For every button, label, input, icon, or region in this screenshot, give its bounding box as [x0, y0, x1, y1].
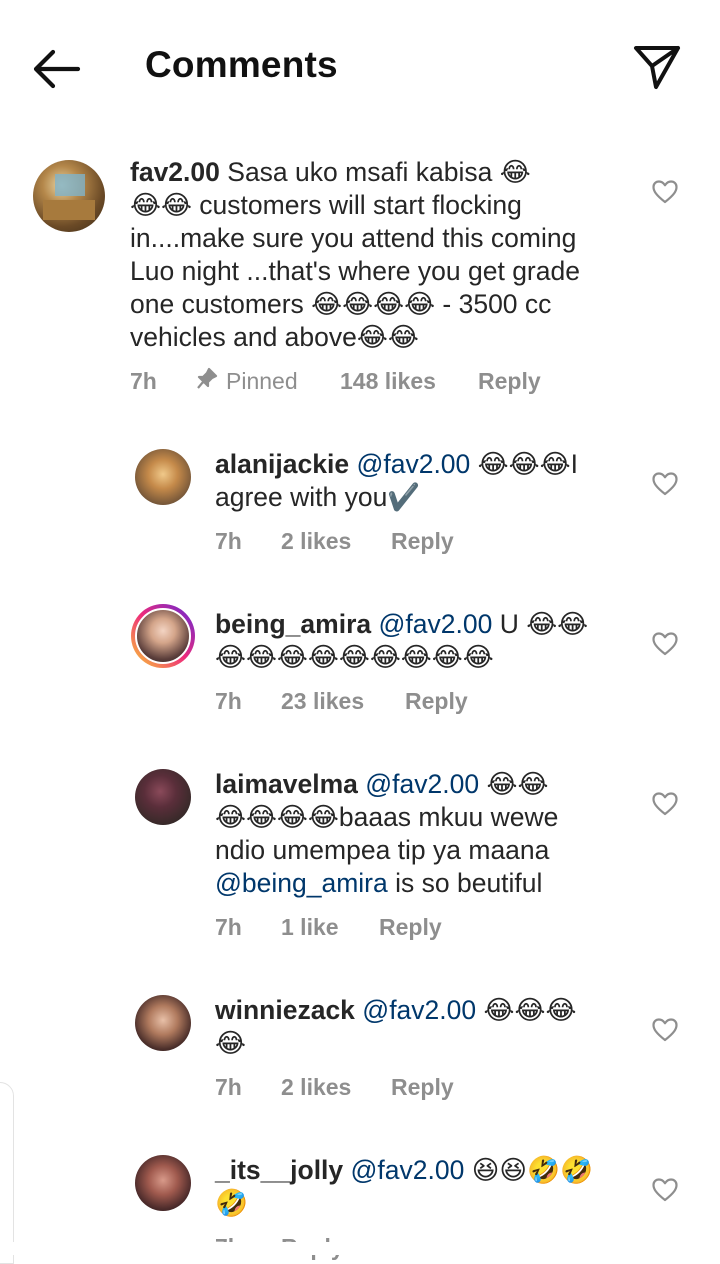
pin-icon	[196, 367, 218, 397]
emoji: 😂😂	[526, 609, 589, 639]
reply-button[interactable]: Reply	[405, 688, 468, 715]
comment-time: 7h	[215, 914, 242, 940]
emoji: 😂	[499, 157, 531, 187]
comment-text: laimavelma @fav2.00 😂😂 😂😂😂😂baaas mkuu we…	[215, 768, 615, 900]
comment-text: fav2.00 Sasa uko msafi kabisa 😂 😂😂 custo…	[130, 156, 610, 354]
page-title: Comments	[145, 44, 338, 85]
avatar[interactable]	[135, 995, 191, 1051]
reply-button[interactable]: Reply	[478, 368, 541, 395]
comment-time: 7h	[215, 1074, 242, 1100]
heart-icon	[652, 1018, 678, 1042]
comment-username[interactable]: alanijackie	[215, 449, 349, 479]
reply-button[interactable]: Reply	[391, 1074, 454, 1101]
emoji: 😂😂😂😂😂😂😂😂😂	[215, 642, 494, 672]
likes-count[interactable]: 2 likes	[281, 1074, 351, 1101]
avatar[interactable]	[135, 449, 191, 505]
heart-icon	[652, 792, 678, 816]
comment-username[interactable]: laimavelma	[215, 769, 358, 799]
pinned-label: Pinned	[226, 368, 298, 394]
paper-plane-icon	[634, 46, 680, 89]
comment-username[interactable]: fav2.00	[130, 157, 220, 187]
comments-header: Comments	[0, 0, 720, 130]
comment-time: 7h	[130, 368, 157, 394]
emoji: ✔️	[387, 482, 421, 512]
emoji: 😂	[311, 289, 343, 319]
comment-text: being_amira @fav2.00 U 😂😂 😂😂😂😂😂😂😂😂😂	[215, 608, 615, 674]
heart-icon	[652, 180, 678, 204]
emoji: 😂	[342, 289, 374, 319]
mention-link[interactable]: @fav2.00	[365, 769, 479, 799]
reply-button[interactable]: Reply	[379, 914, 442, 941]
emoji: 😆😆🤣🤣	[471, 1155, 593, 1185]
heart-icon	[652, 472, 678, 496]
like-button[interactable]	[652, 792, 678, 816]
comment-username[interactable]: winniezack	[215, 995, 355, 1025]
comment-body: Sasa uko msafi kabisa	[227, 157, 500, 187]
likes-count[interactable]: 1 like	[281, 914, 339, 941]
emoji: 😂	[404, 289, 436, 319]
avatar[interactable]	[135, 1155, 191, 1211]
comment-body: U	[492, 609, 527, 639]
heart-icon	[652, 632, 678, 656]
edge-panel[interactable]	[0, 1082, 14, 1264]
avatar[interactable]	[135, 769, 191, 825]
comment-body: is so beutiful	[387, 868, 543, 898]
comment-time: 7h	[215, 528, 242, 554]
emoji: 😂😂😂	[477, 449, 571, 479]
back-button[interactable]	[30, 46, 82, 92]
likes-count[interactable]: 148 likes	[340, 368, 436, 395]
arrow-left-icon	[33, 49, 81, 89]
mention-link[interactable]: @fav2.00	[362, 995, 476, 1025]
emoji: 😂😂😂😂	[215, 802, 339, 832]
like-button[interactable]	[652, 180, 678, 204]
emoji: 😂😂	[486, 769, 549, 799]
comment-username[interactable]: being_amira	[215, 609, 371, 639]
like-button[interactable]	[652, 1018, 678, 1042]
emoji: 😂	[130, 190, 161, 220]
comment-text: winniezack @fav2.00 😂😂😂 😂	[215, 994, 615, 1060]
likes-count[interactable]: 23 likes	[281, 688, 364, 715]
comment-username[interactable]: _its__jolly	[215, 1155, 343, 1185]
avatar[interactable]	[33, 160, 105, 232]
reply-button[interactable]: Reply	[391, 528, 454, 555]
comment-text: alanijackie @fav2.00 😂😂😂I agree with you…	[215, 448, 615, 514]
mention-link[interactable]: @fav2.00	[356, 449, 470, 479]
emoji: 😂	[373, 289, 405, 319]
emoji: 😂	[356, 322, 388, 352]
mention-link[interactable]: @being_amira	[215, 868, 388, 898]
emoji: 😂	[387, 322, 419, 352]
mention-link[interactable]: @fav2.00	[351, 1155, 465, 1185]
emoji: 😂😂😂	[483, 995, 577, 1025]
mention-link[interactable]: @fav2.00	[379, 609, 493, 639]
avatar[interactable]	[135, 608, 191, 664]
share-button[interactable]	[632, 42, 682, 92]
emoji: 😂	[215, 1028, 246, 1058]
emoji: 😂	[160, 190, 192, 220]
like-button[interactable]	[652, 632, 678, 656]
emoji: 🤣	[215, 1188, 248, 1218]
like-button[interactable]	[652, 472, 678, 496]
comment-time: 7h	[215, 688, 242, 714]
bottom-clip	[0, 1242, 720, 1255]
like-button[interactable]	[652, 1178, 678, 1202]
likes-count[interactable]: 2 likes	[281, 528, 351, 555]
heart-icon	[652, 1178, 678, 1202]
comment-text: _its__jolly @fav2.00 😆😆🤣🤣 🤣	[215, 1154, 615, 1220]
